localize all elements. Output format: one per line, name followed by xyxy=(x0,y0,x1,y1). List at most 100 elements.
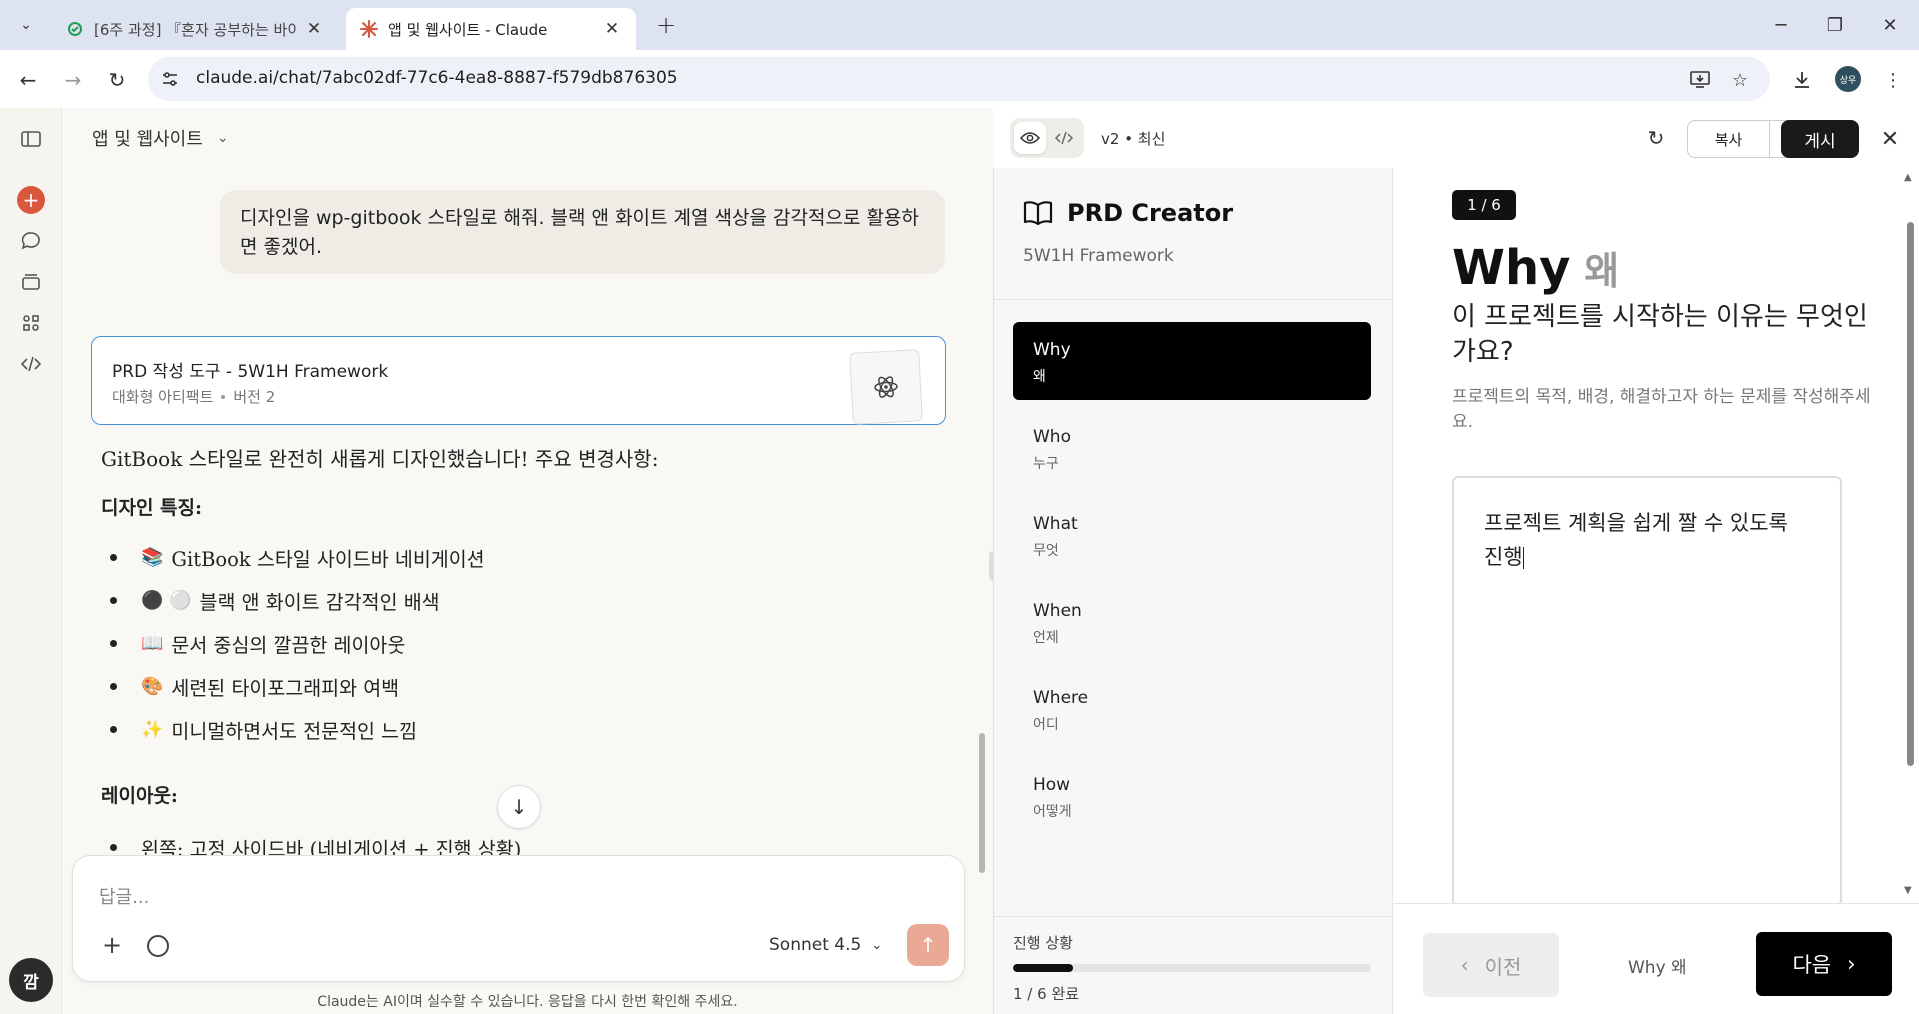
books-icon: 📚 xyxy=(141,547,164,568)
question-title-ko: 왜 xyxy=(1584,249,1620,293)
attach-plus-icon[interactable]: + xyxy=(99,931,125,959)
view-toggle[interactable] xyxy=(1010,118,1084,158)
downloads-icon[interactable] xyxy=(1789,67,1815,93)
app-sidebar-header xyxy=(994,168,1393,300)
answer-textarea[interactable]: 프로젝트 계획을 쉽게 짤 수 있도록 진행 xyxy=(1452,476,1842,906)
model-name: Sonnet 4.5 xyxy=(769,935,862,955)
install-app-icon[interactable] xyxy=(1687,67,1713,93)
response-intro: GitBook 스타일로 완전히 새롭게 디자인했습니다! 주요 변경사항: xyxy=(101,447,659,471)
list-item: 📖 문서 중심의 깔끔한 레이아웃 xyxy=(110,629,405,658)
brand-subtitle: 5W1H Framework xyxy=(1023,246,1174,266)
sidebar-toggle-icon[interactable] xyxy=(17,125,45,153)
tab-search-chevron-icon[interactable]: ⌄ xyxy=(10,10,42,40)
course-favicon-icon xyxy=(66,20,84,38)
tab-close-icon[interactable]: ✕ xyxy=(602,19,622,39)
nav-item-who[interactable]: Who 누구 xyxy=(1013,409,1371,487)
nav-item-sublabel: 누구 xyxy=(1033,456,1059,472)
next-button[interactable]: 다음 › xyxy=(1756,932,1892,996)
artifact-scrollbar[interactable] xyxy=(1907,222,1914,766)
user-message: 디자인을 wp-gitbook 스타일로 해줘. 블랙 앤 화이트 계열 색상을… xyxy=(220,190,945,274)
progress-fill xyxy=(1013,964,1073,972)
preview-eye-icon[interactable] xyxy=(1014,122,1046,154)
code-icon[interactable] xyxy=(17,350,45,378)
progress-text: 1 / 6 완료 xyxy=(1013,985,1080,1003)
claude-favicon-icon xyxy=(360,20,378,38)
model-selector[interactable]: Sonnet 4.5 ⌄ xyxy=(769,935,882,955)
projects-icon[interactable] xyxy=(17,267,45,295)
artifact-title: PRD 작성 도구 - 5W1H Framework xyxy=(112,362,389,382)
minimize-icon[interactable]: ─ xyxy=(1752,0,1810,50)
chats-icon[interactable] xyxy=(17,227,45,255)
browser-menu-icon[interactable]: ⋮ xyxy=(1880,67,1906,93)
version-label[interactable]: v2 • 최신 xyxy=(1101,128,1165,149)
nav-item-what[interactable]: What 무엇 xyxy=(1013,496,1371,574)
book-icon xyxy=(1023,201,1053,226)
reload-icon[interactable]: ↻ xyxy=(101,64,133,96)
artifact-thumbnail xyxy=(849,349,923,425)
refresh-icon[interactable]: ↻ xyxy=(1643,125,1669,151)
nav-item-why[interactable]: Why 왜 xyxy=(1013,322,1371,400)
composer-placeholder[interactable]: 답글... xyxy=(99,883,149,909)
new-chat-button[interactable]: + xyxy=(17,186,45,214)
chat-title[interactable]: 앱 및 웹사이트 ⌄ xyxy=(92,125,229,151)
progress-bar xyxy=(1013,964,1371,972)
scroll-down-arrow-icon[interactable]: ▼ xyxy=(1904,885,1912,896)
list-item: 🎨 세련된 타이포그래피와 여백 xyxy=(110,672,399,701)
close-panel-icon[interactable]: ✕ xyxy=(1877,126,1903,152)
disclaimer: Claude는 AI이며 실수할 수 있습니다. 응답을 다시 한번 확인해 주… xyxy=(317,994,738,1010)
list-item: 📚 GitBook 스타일 사이드바 네비게이션 xyxy=(110,543,485,572)
tab-title: 앱 및 웹사이트 - Claude xyxy=(388,20,548,39)
back-arrow-icon[interactable]: ← xyxy=(12,64,44,96)
artifacts-grid-icon[interactable] xyxy=(17,309,45,337)
sparkles-icon: ✨ xyxy=(141,719,164,740)
text-caret xyxy=(1522,547,1524,569)
atom-icon xyxy=(874,376,898,398)
palette-icon: 🎨 xyxy=(141,676,164,697)
nav-item-where[interactable]: Where 어디 xyxy=(1013,670,1371,748)
black-white-circles-icon: ⚫ ⚪ xyxy=(141,590,192,611)
scroll-up-arrow-icon[interactable]: ▲ xyxy=(1904,172,1912,183)
nav-item-sublabel: 어디 xyxy=(1033,717,1059,733)
answer-text: 프로젝트 계획을 쉽게 짤 수 있도록 진행 xyxy=(1484,511,1788,569)
message-composer[interactable]: 답글... + Sonnet 4.5 ⌄ ↑ xyxy=(72,855,965,982)
copy-button[interactable]: 복사 xyxy=(1688,121,1770,157)
user-avatar[interactable]: 깜 xyxy=(9,958,53,1002)
nav-item-sublabel: 언제 xyxy=(1033,630,1059,646)
omnibox[interactable]: claude.ai/chat/7abc02df-77c6-4ea8-8887-f… xyxy=(148,57,1770,101)
nav-item-label: When xyxy=(1033,601,1082,621)
artifact-meta: 대화형 아티팩트 버전 2 xyxy=(112,386,275,407)
nav-item-sublabel: 무엇 xyxy=(1033,543,1059,559)
prev-label: 이전 xyxy=(1484,954,1522,979)
nav-item-when[interactable]: When 언제 xyxy=(1013,583,1371,661)
brand-name: PRD Creator xyxy=(1067,199,1234,227)
chevron-left-icon: ‹ xyxy=(1460,953,1469,977)
send-button[interactable]: ↑ xyxy=(907,924,949,966)
browser-tab-active[interactable]: 앱 및 웹사이트 - Claude ✕ xyxy=(346,8,636,50)
artifact-type: 대화형 아티팩트 xyxy=(112,388,214,406)
site-info-icon[interactable] xyxy=(158,67,182,91)
list-item: ⚫ ⚪ 블랙 앤 화이트 감각적인 배색 xyxy=(110,586,440,615)
nav-item-how[interactable]: How 어떻게 xyxy=(1013,757,1371,835)
publish-button[interactable]: 게시 xyxy=(1781,120,1859,158)
question-title: Why 왜 xyxy=(1452,240,1619,296)
browser-tab-inactive[interactable]: [6주 과정] 『혼자 공부하는 바이브 ✕ xyxy=(52,8,338,50)
tab-close-icon[interactable]: ✕ xyxy=(304,19,324,39)
nav-item-label: Who xyxy=(1033,427,1071,447)
clock-icon[interactable] xyxy=(147,935,169,957)
chevron-down-icon: ⌄ xyxy=(216,130,229,146)
chat-scrollbar[interactable] xyxy=(979,733,985,873)
code-view-icon[interactable] xyxy=(1048,122,1080,154)
forward-arrow-icon[interactable]: → xyxy=(57,64,89,96)
next-label: 다음 xyxy=(1792,953,1832,977)
restore-icon[interactable]: ❐ xyxy=(1806,0,1864,50)
scroll-to-bottom-button[interactable]: ↓ xyxy=(497,785,541,829)
window-close-icon[interactable]: ✕ xyxy=(1861,0,1919,50)
url-text: claude.ai/chat/7abc02df-77c6-4ea8-8887-f… xyxy=(196,68,678,88)
new-tab-button[interactable]: + xyxy=(650,10,682,40)
bookmark-star-icon[interactable]: ☆ xyxy=(1727,67,1753,93)
open-book-icon: 📖 xyxy=(141,633,164,654)
prev-button[interactable]: ‹ 이전 xyxy=(1423,933,1559,997)
layout-heading: 레이아웃: xyxy=(101,785,178,807)
artifact-card[interactable]: PRD 작성 도구 - 5W1H Framework 대화형 아티팩트 버전 2 xyxy=(91,336,946,425)
browser-profile-avatar[interactable]: 상우 xyxy=(1835,66,1861,92)
